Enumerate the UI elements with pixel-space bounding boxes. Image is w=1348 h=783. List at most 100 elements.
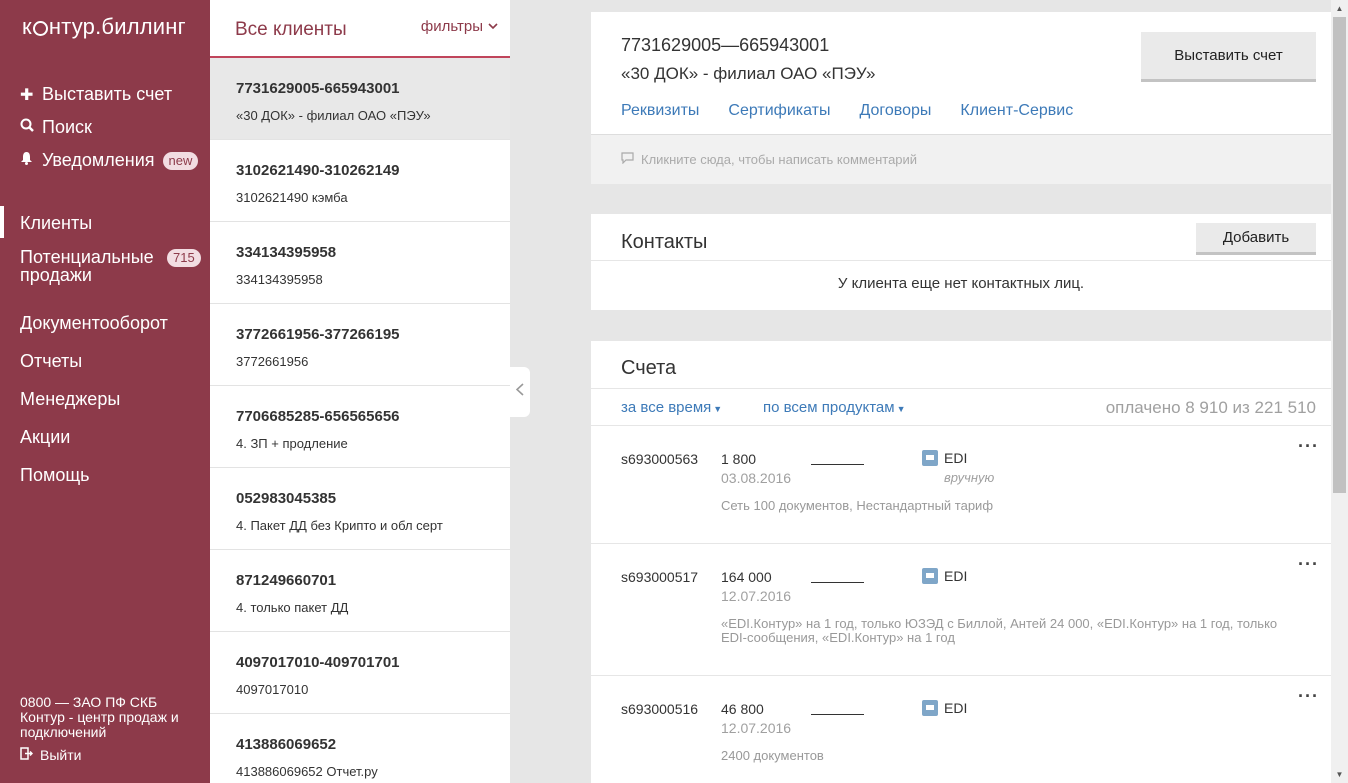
chevron-left-icon — [515, 383, 524, 401]
comment-field[interactable]: Кликните сюда, чтобы написать комментари… — [591, 134, 1331, 184]
nav-item-reports[interactable]: Отчеты — [20, 351, 82, 372]
search-link[interactable]: Поиск — [20, 117, 92, 138]
logo-text-start: к — [22, 14, 32, 39]
filters-label: фильтры — [420, 18, 483, 35]
bill-description: Сеть 100 документов, Нестандартный тариф — [721, 498, 994, 513]
contacts-card: Контакты Добавить У клиента еще нет конт… — [591, 214, 1331, 310]
chevron-down-icon — [488, 21, 498, 33]
client-inn: 7706685285-656565656 — [236, 408, 400, 425]
bill-product: EDI — [922, 700, 967, 716]
bill-product-label: EDI — [944, 700, 968, 716]
client-name: «30 ДОК» - филиал ОАО «ПЭУ» — [236, 108, 431, 123]
tab-certificates[interactable]: Сертификаты — [728, 102, 830, 120]
bills-card: Счета за все время ▼ по всем продуктам ▼ о… — [591, 341, 1331, 783]
scrollbar-thumb[interactable] — [1333, 17, 1346, 493]
bill-description: 2400 документов — [721, 748, 824, 763]
paid-summary: оплачено 8 910 из 221 510 — [1105, 398, 1316, 417]
client-inn: 4097017010-409701701 — [236, 654, 400, 671]
tab-requisites[interactable]: Реквизиты — [621, 102, 699, 120]
more-options-icon[interactable]: ··· — [1298, 436, 1319, 457]
logout-icon — [20, 747, 40, 763]
caret-down-icon: ▼ — [896, 404, 906, 414]
nav-item-help[interactable]: Помощь — [20, 465, 90, 486]
client-card-id: 7731629005—665943001 — [621, 35, 830, 55]
bill-mode: вручную — [944, 470, 995, 485]
signature-line — [811, 464, 864, 465]
bill-row[interactable]: s693000563 1 800 03.08.2016 EDI вручную … — [591, 425, 1331, 543]
client-list-item[interactable]: 413886069652 413886069652 Отчет.ру — [210, 714, 510, 783]
comment-icon — [621, 152, 634, 167]
client-list-item[interactable]: 4097017010-409701701 4097017010 — [210, 632, 510, 714]
nav-item-clients[interactable]: Клиенты — [20, 213, 92, 234]
nav-item-documents[interactable]: Документооборот — [20, 313, 168, 334]
nav-item-promotions[interactable]: Акции — [20, 427, 70, 448]
truck-icon — [922, 568, 938, 584]
client-list-item[interactable]: 3772661956-377266195 3772661956 — [210, 304, 510, 386]
scroll-down-arrow-icon[interactable]: ▼ — [1331, 766, 1348, 783]
client-inn: 3772661956-377266195 — [236, 326, 400, 343]
truck-icon — [922, 450, 938, 466]
sidebar: к нтур.биллинг ✚ Выставить счет Поиск Уве… — [0, 0, 210, 783]
bill-row[interactable]: s693000517 164 000 12.07.2016 EDI «EDI.К… — [591, 543, 1331, 675]
org-code: 0800 — ЗАО ПФ СКБ — [20, 694, 158, 710]
bill-product: EDI — [922, 568, 967, 584]
logout-label: Выйти — [40, 747, 82, 763]
client-name: 3102621490 кэмба — [236, 190, 348, 205]
add-contact-button[interactable]: Добавить — [1196, 223, 1316, 255]
caret-down-icon: ▼ — [713, 404, 723, 414]
client-name: 4. Пакет ДД без Крипто и обл серт — [236, 518, 443, 533]
client-list-item[interactable]: 7731629005-665943001 «30 ДОК» - филиал О… — [210, 58, 510, 140]
product-filter[interactable]: по всем продуктам ▼ — [763, 399, 906, 416]
client-name: 4097017010 — [236, 682, 309, 697]
collapse-list-button[interactable] — [510, 367, 530, 417]
client-card: 7731629005—665943001 «30 ДОК» - филиал О… — [591, 12, 1331, 184]
nav-item-label: Потенциальные продажи — [20, 247, 154, 285]
plus-icon: ✚ — [20, 86, 34, 104]
client-list-item[interactable]: 871249660701 4. только пакет ДД — [210, 550, 510, 632]
notifications-link[interactable]: Уведомления new — [20, 150, 199, 171]
bill-date: 12.07.2016 — [721, 588, 792, 604]
client-tabs: Реквизиты Сертификаты Договоры Клиент-Се… — [621, 102, 1102, 120]
bills-title: Счета — [621, 357, 677, 379]
bill-date: 03.08.2016 — [721, 470, 792, 486]
logo[interactable]: к нтур.биллинг — [22, 14, 186, 40]
filters-dropdown[interactable]: фильтры — [421, 18, 498, 35]
bill-amount: 164 000 — [721, 569, 772, 585]
more-options-icon[interactable]: ··· — [1298, 554, 1319, 575]
create-invoice-link[interactable]: ✚ Выставить счет — [20, 84, 172, 105]
client-name: 4. только пакет ДД — [236, 600, 349, 615]
scroll-up-arrow-icon[interactable]: ▲ — [1331, 0, 1348, 17]
tab-contracts[interactable]: Договоры — [860, 102, 932, 120]
bill-amount: 46 800 — [721, 701, 764, 717]
nav-item-managers[interactable]: Менеджеры — [20, 389, 120, 410]
more-options-icon[interactable]: ··· — [1298, 686, 1319, 707]
search-icon — [20, 118, 42, 137]
truck-icon — [922, 700, 938, 716]
client-inn: 871249660701 — [236, 572, 337, 589]
comment-placeholder: Кликните сюда, чтобы написать комментари… — [641, 152, 918, 167]
client-list-item[interactable]: 334134395958 334134395958 — [210, 222, 510, 304]
client-inn: 3102621490-310262149 — [236, 162, 400, 179]
client-list-item[interactable]: 7706685285-656565656 4. ЗП + продление — [210, 386, 510, 468]
client-list-header: Все клиенты фильтры — [210, 0, 510, 58]
main-scrollbar[interactable]: ▲ ▼ — [1331, 0, 1348, 783]
tab-client-service[interactable]: Клиент-Сервис — [960, 102, 1073, 120]
client-inn: 413886069652 — [236, 736, 337, 753]
period-filter[interactable]: за все время ▼ — [621, 399, 722, 416]
create-invoice-button[interactable]: Выставить счет — [1141, 32, 1316, 82]
period-filter-label: за все время — [621, 399, 712, 416]
notifications-badge: new — [162, 151, 199, 170]
client-list-panel: Все клиенты фильтры 7731629005-665943001… — [210, 0, 510, 783]
bill-row[interactable]: s693000516 46 800 12.07.2016 EDI 2400 до… — [591, 675, 1331, 783]
client-list-item[interactable]: 3102621490-310262149 3102621490 кэмба — [210, 140, 510, 222]
client-inn: 7731629005-665943001 — [236, 80, 400, 97]
bill-product-label: EDI — [944, 450, 968, 466]
contacts-empty-text: У клиента еще нет контактных лиц. — [837, 275, 1085, 292]
client-list-item[interactable]: 052983045385 4. Пакет ДД без Крипто и об… — [210, 468, 510, 550]
bill-product-label: EDI — [944, 568, 968, 584]
logout-link[interactable]: Выйти — [20, 747, 81, 763]
client-inn: 334134395958 — [236, 244, 337, 261]
potential-sales-badge: 715 — [167, 249, 201, 267]
nav-item-potential-sales[interactable]: Потенциальные продажи 715 — [20, 248, 205, 284]
contacts-title: Контакты — [621, 231, 708, 253]
